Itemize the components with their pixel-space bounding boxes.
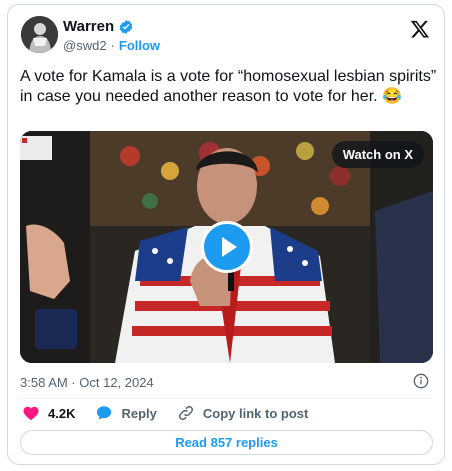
reply-button[interactable]: Reply (95, 404, 157, 422)
watch-on-x-button[interactable]: Watch on X (331, 141, 424, 168)
author-name[interactable]: Warren (63, 18, 114, 35)
heart-icon (22, 404, 40, 422)
like-button[interactable]: 4.2K (22, 404, 75, 422)
copy-link-label: Copy link to post (202, 405, 309, 421)
read-replies-button[interactable]: Read 857 replies (20, 430, 433, 455)
play-button-icon[interactable] (201, 221, 253, 273)
author-handle[interactable]: @swd2 (63, 38, 107, 53)
x-logo-icon[interactable] (410, 19, 430, 39)
action-bar: 4.2K Reply Copy link to post (22, 404, 328, 422)
link-icon (177, 404, 195, 422)
avatar[interactable] (21, 16, 58, 53)
timestamp[interactable]: 3:58 AM · Oct 12, 2024 (20, 375, 154, 390)
separator-dot: · (110, 38, 115, 53)
copy-link-button[interactable]: Copy link to post (177, 404, 308, 422)
tweet-text: A vote for Kamala is a vote for “homosex… (20, 68, 437, 105)
reply-label: Reply (121, 405, 157, 421)
tweet-card: Warren @swd2 · Follow A vote for Kamala … (7, 4, 445, 465)
author-name-row: Warren (63, 18, 134, 35)
follow-button[interactable]: Follow (119, 38, 160, 53)
verified-badge-icon (118, 19, 134, 35)
divider (20, 398, 432, 399)
info-icon[interactable] (413, 373, 429, 389)
like-count: 4.2K (48, 405, 76, 421)
reply-bubble-icon (95, 404, 113, 422)
video-player[interactable]: Watch on X (20, 131, 433, 363)
author-handle-row: @swd2 · Follow (63, 38, 160, 53)
